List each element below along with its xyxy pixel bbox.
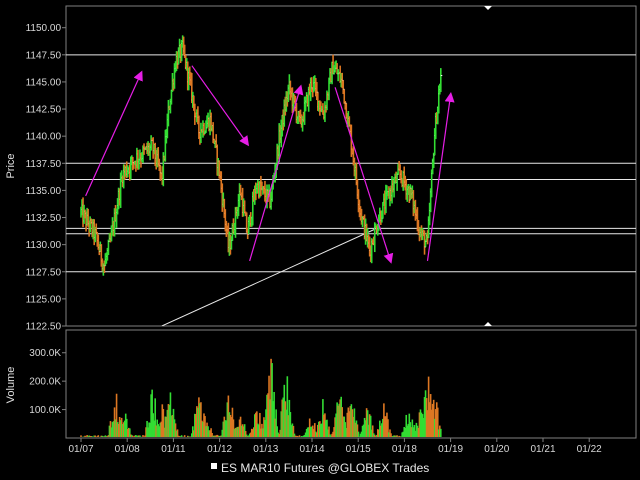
- price-tick-label: 1132.50: [26, 213, 62, 224]
- price-tick-label: 1122.50: [26, 322, 62, 333]
- volume-y-axis: 100.0K 200.0K 300.0K: [29, 348, 66, 416]
- price-tick-label: 1135.00: [26, 186, 62, 197]
- price-tick-label: 1140.00: [26, 132, 62, 143]
- legend-marker: [211, 463, 217, 469]
- x-tick-label: 01/08: [115, 444, 140, 455]
- x-tick-label: 01/19: [438, 444, 463, 455]
- price-tick-label: 1145.00: [26, 77, 62, 88]
- volume-tick-label: 200.0K: [29, 377, 61, 388]
- volume-axis-title: Volume: [5, 367, 17, 404]
- x-tick-label: 01/14: [299, 444, 324, 455]
- volume-tick-label: 100.0K: [29, 405, 61, 416]
- price-tick-label: 1137.50: [26, 159, 62, 170]
- x-tick-label: 01/07: [68, 444, 93, 455]
- futures-chart: 1122.50 1125.00 1127.50 1130.00 1132.50 1135.…: [0, 0, 640, 480]
- x-tick-label: 01/22: [577, 444, 602, 455]
- price-tick-label: 1150.00: [26, 23, 62, 34]
- price-tick-label: 1147.50: [26, 50, 62, 61]
- x-tick-label: 01/11: [161, 444, 186, 455]
- price-tick-label: 1127.50: [26, 267, 62, 278]
- x-tick-label: 01/21: [530, 444, 555, 455]
- volume-tick-label: 300.0K: [29, 348, 61, 359]
- price-tick-label: 1142.50: [26, 105, 62, 116]
- x-tick-label: 01/12: [207, 444, 232, 455]
- price-tick-label: 1125.00: [26, 294, 62, 305]
- x-tick-label: 01/18: [392, 444, 417, 455]
- x-tick-label: 01/13: [253, 444, 278, 455]
- price-tick-label: 1130.00: [26, 240, 62, 251]
- x-tick-label: 01/15: [346, 444, 371, 455]
- chart-caption: ES MAR10 Futures @GLOBEX Trades: [221, 461, 429, 475]
- x-tick-label: 01/20: [484, 444, 509, 455]
- price-axis-title: Price: [5, 153, 17, 178]
